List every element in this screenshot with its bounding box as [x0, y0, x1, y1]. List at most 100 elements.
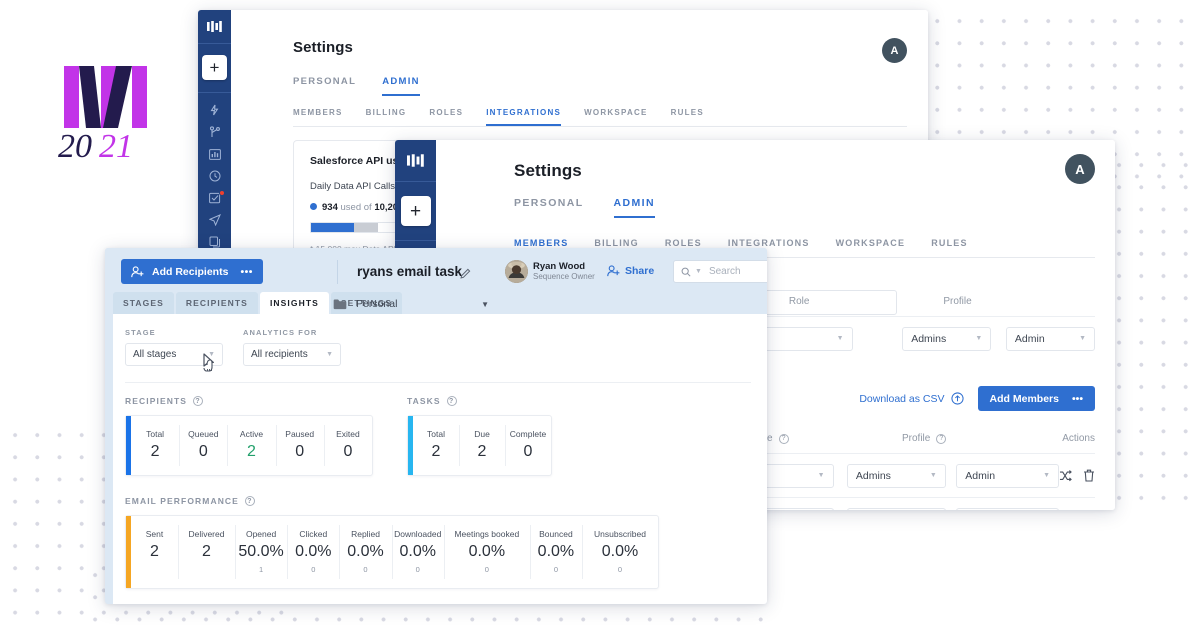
- profile-select-row1[interactable]: Admin ▼: [956, 463, 1059, 488]
- user-avatar-back[interactable]: A: [882, 38, 907, 63]
- email-performance-help-icon[interactable]: ?: [244, 496, 255, 506]
- transfer-icon-row1[interactable]: [1059, 469, 1072, 482]
- stat-value: 0.0%: [347, 543, 384, 560]
- name-select-top[interactable]: ▼: [762, 326, 853, 351]
- user-avatar-mid[interactable]: A: [1065, 154, 1095, 184]
- sequence-search-input[interactable]: ▼ Search: [673, 260, 767, 283]
- subtab-members-back[interactable]: MEMBERS: [293, 108, 343, 126]
- tasks-block: TASKS ? Total 2 Due 2 Complete 0: [407, 396, 552, 476]
- stat-clicked: Clicked 0.0% 0: [287, 516, 339, 588]
- recipients-help-icon[interactable]: ?: [193, 396, 204, 406]
- subtab-rules-mid[interactable]: RULES: [931, 238, 968, 257]
- folder-chevron-down-icon[interactable]: ▼: [481, 300, 489, 309]
- new-item-button-mid[interactable]: +: [400, 196, 431, 226]
- role-value-top: Admins: [911, 332, 947, 345]
- subtab-integrations-back[interactable]: INTEGRATIONS: [486, 108, 562, 126]
- owner-avatar[interactable]: [505, 260, 528, 283]
- search-filter-chevron-icon[interactable]: ▼: [695, 268, 702, 275]
- stat-tasks-total: Total 2: [413, 416, 459, 475]
- add-members-button[interactable]: Add Members •••: [977, 386, 1095, 411]
- header-role-top: Role: [788, 296, 810, 307]
- stat-key: Unsubscribed: [594, 529, 646, 539]
- tab-personal-back[interactable]: PERSONAL: [293, 76, 356, 96]
- analytics-icon[interactable]: [198, 143, 231, 165]
- role-select-row2[interactable]: Users▼: [846, 507, 946, 510]
- mouse-cursor: [200, 352, 217, 375]
- folder-selector[interactable]: Personal ▼: [333, 294, 493, 314]
- rail-divider-mid: [395, 240, 436, 241]
- rail-logo-icon[interactable]: [198, 10, 231, 44]
- analytics-for-filter: ANALYTICS FOR All recipients ▼: [243, 328, 341, 366]
- analytics-filter-select[interactable]: All recipients ▼: [243, 343, 341, 366]
- role-help-icon[interactable]: ?: [778, 433, 789, 444]
- profile-select-top[interactable]: Admin ▼: [1005, 326, 1096, 351]
- stat-key: Due: [474, 429, 490, 439]
- recipients-section-label: RECIPIENTS ?: [125, 396, 373, 406]
- stat-value: 2: [202, 543, 211, 560]
- nav-rail-back: +: [198, 10, 231, 250]
- tab-admin-mid[interactable]: ADMIN: [613, 197, 655, 218]
- stat-tasks-complete: Complete 0: [505, 416, 551, 475]
- profile-select-row2[interactable]: User▼: [956, 507, 1059, 510]
- clock-icon[interactable]: [198, 165, 231, 187]
- stat-recipients-active: Active 2: [227, 416, 275, 475]
- secondary-tabs-back: MEMBERS BILLING ROLES INTEGRATIONS WORKS…: [293, 108, 907, 127]
- add-recipients-label: Add Recipients: [152, 265, 229, 278]
- email-performance-label-text: EMAIL PERFORMANCE: [125, 496, 239, 506]
- new-item-button-back[interactable]: +: [202, 55, 227, 80]
- stat-value: 0.0%: [399, 543, 436, 560]
- stat-sub: 0: [363, 565, 368, 574]
- subtab-billing-back[interactable]: BILLING: [366, 108, 407, 126]
- stat-value: 0: [198, 443, 208, 460]
- tab-admin-back[interactable]: ADMIN: [382, 76, 420, 96]
- stat-key: Queued: [188, 429, 219, 439]
- edit-pencil-icon[interactable]: [460, 266, 471, 284]
- add-recipients-more-icon[interactable]: •••: [240, 266, 253, 278]
- brand-logo: 20 21 M 2021: [56, 52, 166, 162]
- stat-key: Clicked: [299, 529, 328, 539]
- tasks-help-icon[interactable]: ?: [446, 396, 457, 406]
- chevron-down-icon: ▼: [1043, 472, 1050, 479]
- stat-value: 2: [150, 543, 159, 560]
- tab-insights[interactable]: INSIGHTS: [259, 292, 329, 314]
- role-select-top[interactable]: Admins ▼: [902, 326, 992, 351]
- branch-icon[interactable]: [198, 121, 231, 143]
- stat-sub: 0: [415, 565, 420, 574]
- send-icon[interactable]: [198, 209, 231, 231]
- stat-value: 2: [431, 443, 441, 460]
- stat-key: Bounced: [539, 529, 573, 539]
- tab-personal-mid[interactable]: PERSONAL: [514, 197, 584, 218]
- notification-badge-dot: [219, 190, 225, 196]
- stat-value: 0.0%: [601, 543, 639, 560]
- window-sequence-insights: Add Recipients ••• ryans email task Ryan…: [105, 248, 767, 604]
- sequence-search-placeholder: Search: [708, 266, 741, 277]
- folder-label: Personal: [356, 298, 398, 310]
- delete-icon-row1[interactable]: [1083, 469, 1095, 482]
- subtab-workspace-back[interactable]: WORKSPACE: [584, 108, 648, 126]
- tasks-stat-card: Total 2 Due 2 Complete 0: [407, 415, 552, 476]
- primary-tabs-back: PERSONAL ADMIN: [293, 76, 420, 96]
- subtab-rules-back[interactable]: RULES: [671, 108, 704, 126]
- add-members-more-icon[interactable]: •••: [1072, 393, 1083, 405]
- tasks-icon[interactable]: [198, 187, 231, 209]
- subtab-roles-back[interactable]: ROLES: [429, 108, 463, 126]
- add-person-icon: [131, 265, 144, 277]
- profile-help-icon[interactable]: ?: [936, 433, 947, 444]
- bolt-icon[interactable]: [198, 99, 231, 121]
- role-select-row1[interactable]: Admins ▼: [846, 463, 946, 488]
- rail-logo-icon-mid[interactable]: [395, 140, 436, 182]
- stat-key: Meetings booked: [454, 529, 520, 539]
- stat-value: 2: [150, 443, 160, 460]
- summary-cards: RECIPIENTS ? Total 2 Queued 0 Active 2 P…: [113, 383, 767, 476]
- tab-stages[interactable]: STAGES: [113, 292, 174, 314]
- add-recipients-button[interactable]: Add Recipients •••: [121, 259, 263, 284]
- owner-role: Sequence Owner: [533, 272, 595, 281]
- recipients-stat-card: Total 2 Queued 0 Active 2 Paused 0 Exite…: [125, 415, 373, 476]
- tab-recipients[interactable]: RECIPIENTS: [175, 292, 258, 314]
- subtab-workspace-mid[interactable]: WORKSPACE: [836, 238, 906, 257]
- download-csv-link[interactable]: Download as CSV: [859, 392, 964, 405]
- share-button[interactable]: Share: [607, 265, 654, 277]
- tasks-label-text: TASKS: [407, 396, 441, 406]
- stat-sub: 0: [484, 565, 489, 574]
- stat-key: Complete: [509, 429, 547, 439]
